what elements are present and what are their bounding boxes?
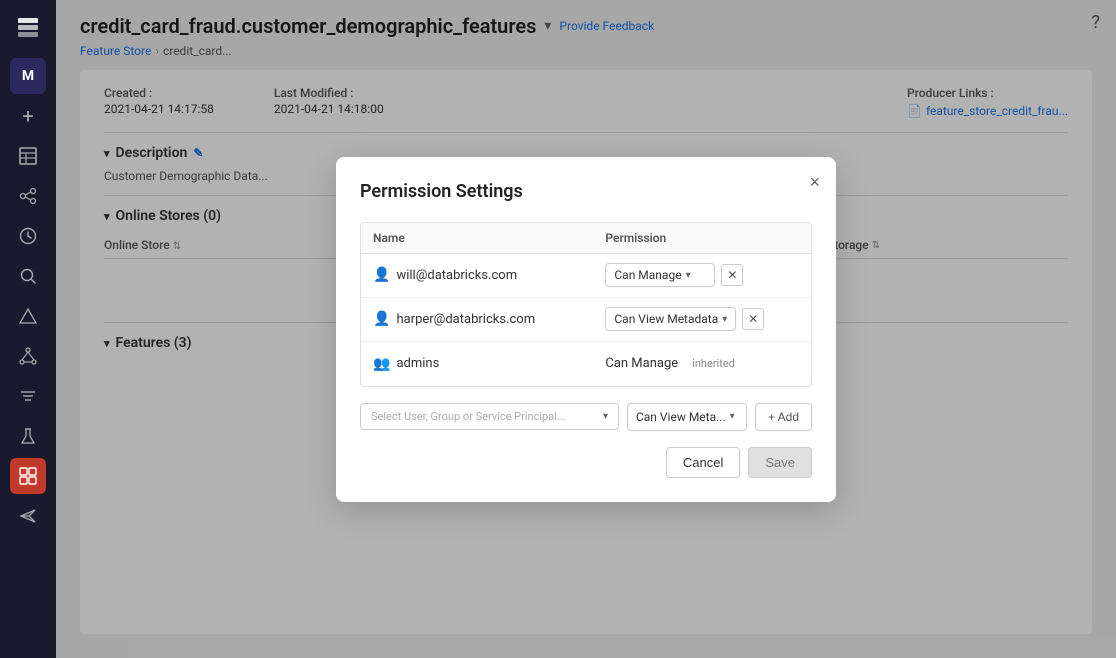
save-button[interactable]: Save xyxy=(748,447,812,478)
perm-dropdown-arrow-will: ▾ xyxy=(686,270,691,281)
perm-email-harper: harper@databricks.com xyxy=(396,312,535,327)
sidebar-item-filter[interactable] xyxy=(10,378,46,414)
sidebar-item-send[interactable] xyxy=(10,498,46,534)
perm-name-harper: 👤 harper@databricks.com xyxy=(373,311,605,327)
permission-settings-modal: Permission Settings × Name Permission 👤 … xyxy=(336,157,836,502)
perm-remove-harper[interactable]: ✕ xyxy=(742,308,764,330)
perm-control-admins: Can Manage inherited xyxy=(605,356,799,371)
sidebar-logo xyxy=(10,10,46,46)
sidebar-item-active[interactable] xyxy=(10,458,46,494)
sidebar-item-nodes[interactable] xyxy=(10,338,46,374)
perm-dropdown-arrow-harper: ▾ xyxy=(722,314,727,325)
cancel-button[interactable]: Cancel xyxy=(666,447,740,478)
sidebar: M + xyxy=(0,0,56,658)
add-permission-dropdown[interactable]: Can View Meta... ▾ xyxy=(627,403,747,431)
user-select-arrow: ▾ xyxy=(603,411,608,422)
perm-row-will: 👤 will@databricks.com Can Manage ▾ ✕ xyxy=(361,254,811,298)
sidebar-item-search[interactable] xyxy=(10,258,46,294)
user-icon-harper: 👤 xyxy=(373,311,390,327)
add-permission-value: Can View Meta... xyxy=(636,410,726,424)
perm-value-harper: Can View Metadata xyxy=(614,312,718,326)
modal-overlay: Permission Settings × Name Permission 👤 … xyxy=(56,0,1116,658)
modal-close-button[interactable]: × xyxy=(809,173,820,191)
sidebar-item-flask[interactable] xyxy=(10,418,46,454)
perm-name-admins-text: admins xyxy=(396,356,439,371)
sidebar-item-graph[interactable] xyxy=(10,178,46,214)
add-button[interactable]: + Add xyxy=(755,403,812,431)
sidebar-item-workspace[interactable]: M xyxy=(10,58,46,94)
main-content: ? credit_card_fraud.customer_demographic… xyxy=(56,0,1116,658)
perm-row-harper: 👤 harper@databricks.com Can View Metadat… xyxy=(361,298,811,342)
perm-remove-will[interactable]: ✕ xyxy=(721,264,743,286)
inherited-badge-admins: inherited xyxy=(692,357,735,370)
user-icon-will: 👤 xyxy=(373,267,390,283)
group-icon-admins: 👥 xyxy=(373,356,390,372)
add-permission-arrow: ▾ xyxy=(730,411,735,422)
perm-email-will: will@databricks.com xyxy=(396,268,517,283)
perm-table-header: Name Permission xyxy=(361,223,811,254)
perm-row-admins: 👥 admins Can Manage inherited xyxy=(361,342,811,386)
user-select-dropdown[interactable]: Select User, Group or Service Principal.… xyxy=(360,403,619,430)
perm-control-harper: Can View Metadata ▾ ✕ xyxy=(605,307,799,331)
perm-dropdown-will[interactable]: Can Manage ▾ xyxy=(605,263,715,287)
permissions-table: Name Permission 👤 will@databricks.com Ca… xyxy=(360,222,812,387)
perm-name-admins: 👥 admins xyxy=(373,356,605,372)
modal-title: Permission Settings xyxy=(360,181,812,202)
sidebar-item-table[interactable] xyxy=(10,138,46,174)
perm-control-will: Can Manage ▾ ✕ xyxy=(605,263,799,287)
add-row: Select User, Group or Service Principal.… xyxy=(360,403,812,431)
perm-value-admins: Can Manage xyxy=(605,356,678,371)
perm-col-perm-header: Permission xyxy=(605,231,799,245)
sidebar-item-triangle[interactable] xyxy=(10,298,46,334)
perm-col-name-header: Name xyxy=(373,231,605,245)
add-button-label: + Add xyxy=(768,410,799,424)
perm-dropdown-harper[interactable]: Can View Metadata ▾ xyxy=(605,307,736,331)
modal-footer: Cancel Save xyxy=(360,447,812,478)
sidebar-item-add[interactable]: + xyxy=(10,98,46,134)
perm-value-will: Can Manage xyxy=(614,268,681,282)
sidebar-item-clock[interactable] xyxy=(10,218,46,254)
perm-name-will: 👤 will@databricks.com xyxy=(373,267,605,283)
user-select-placeholder: Select User, Group or Service Principal.… xyxy=(371,410,566,423)
